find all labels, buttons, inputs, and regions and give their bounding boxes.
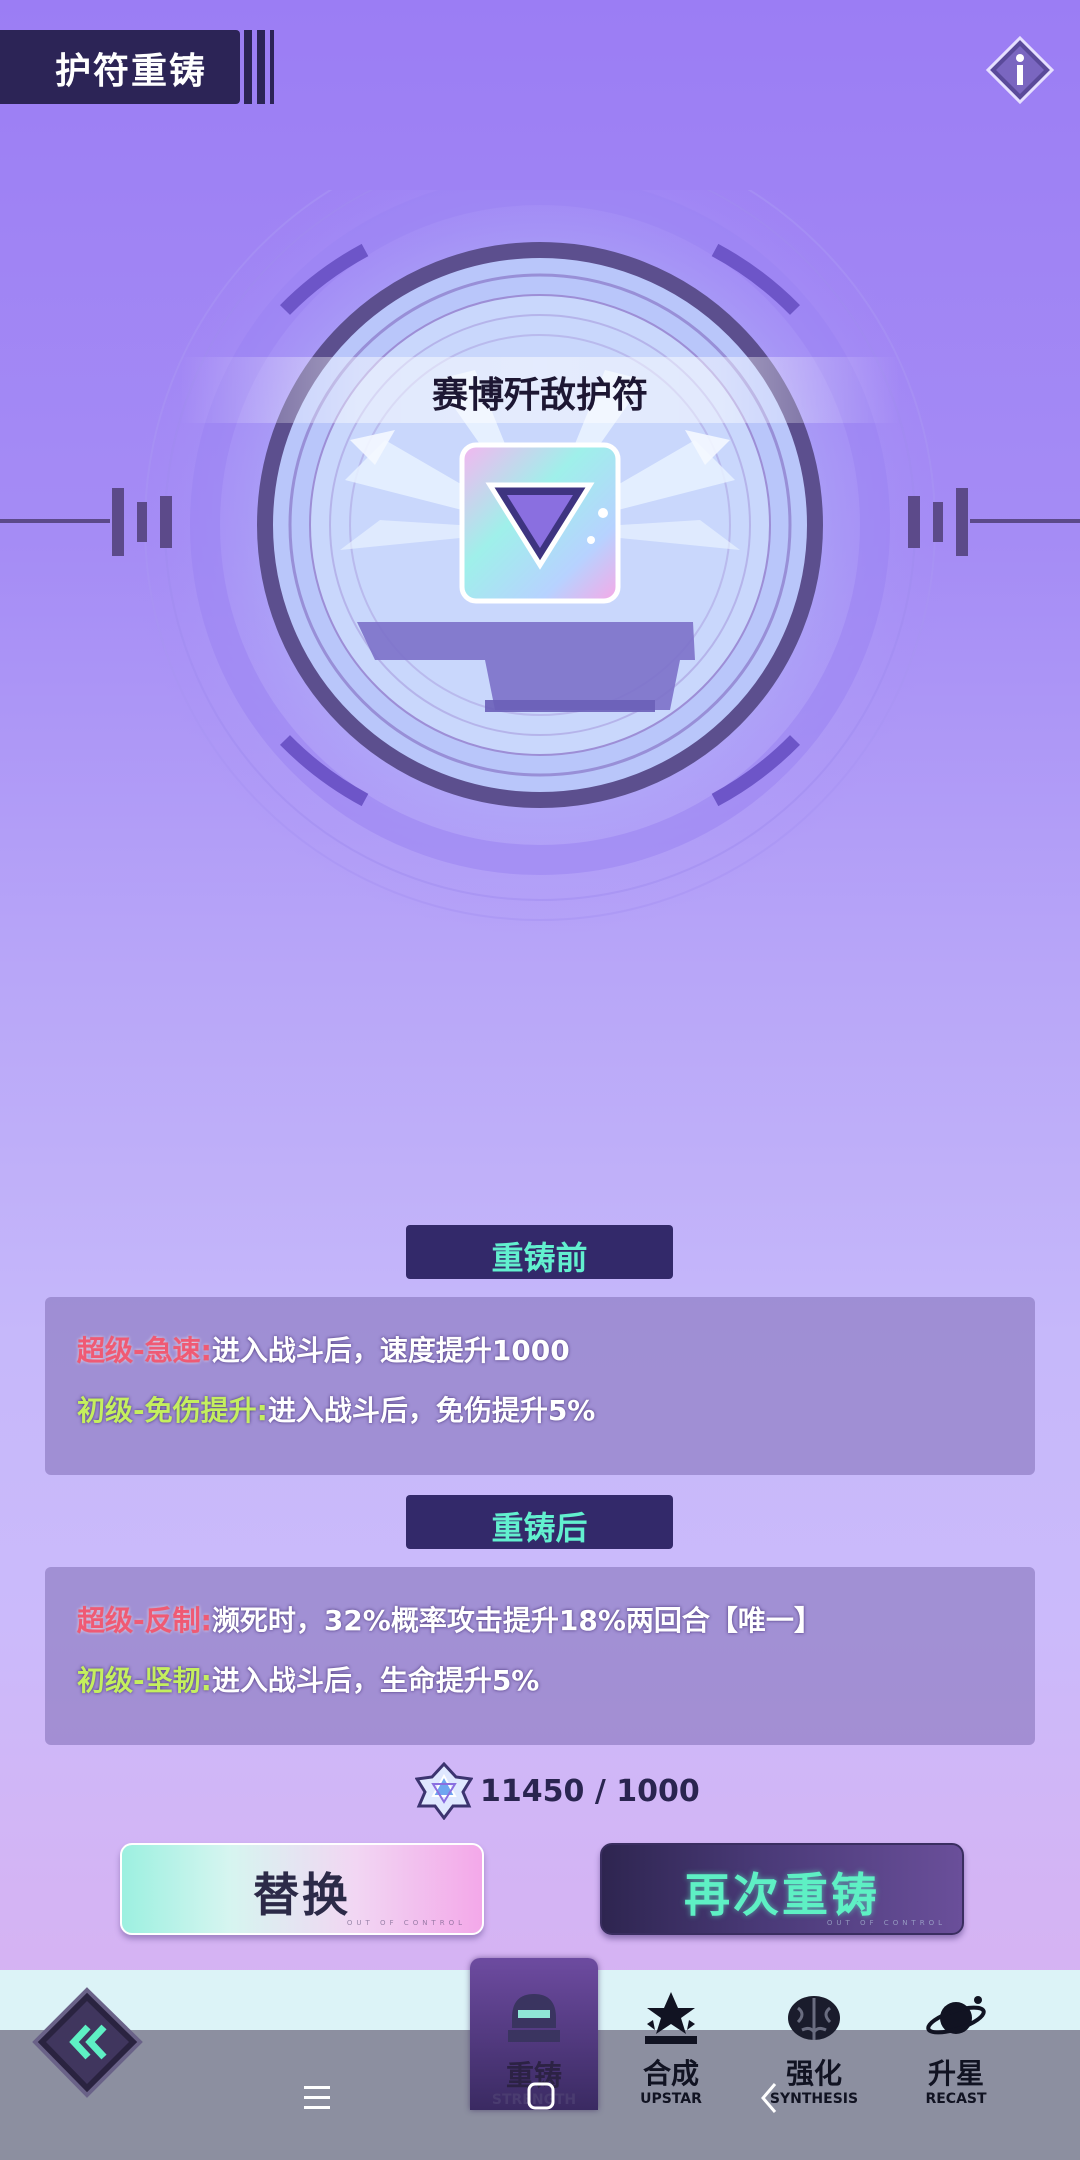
replace-button[interactable]: 替换 OUT OF CONTROL (120, 1843, 484, 1935)
before-line-1: 超级-急速:进入战斗后，速度提升1000 (77, 1334, 570, 1367)
right-side-decoration (908, 488, 1080, 556)
before-recast-heading: 重铸前 (406, 1225, 673, 1279)
after-line-2: 初级-坚韧:进入战斗后，生命提升5% (77, 1664, 540, 1697)
cost-amount: 11450 / 1000 (480, 1774, 700, 1809)
system-menu-icon[interactable] (300, 2078, 340, 2118)
nav-tab-recast[interactable]: 升星 RECAST (886, 1990, 1026, 2110)
system-back-icon[interactable] (755, 2078, 785, 2118)
item-name-banner: 赛博歼敌护符 (180, 357, 900, 423)
page-title: 护符重铸 (55, 51, 208, 92)
back-button[interactable] (30, 1985, 145, 2100)
after-recast-panel: 超级-反制:濒死时，32%概率攻击提升18%两回合【唯一】 初级-坚韧:进入战斗… (45, 1567, 1035, 1745)
planet-icon (926, 1996, 986, 2035)
before-recast-panel: 超级-急速:进入战斗后，速度提升1000 初级-免伤提升:进入战斗后，免伤提升5… (45, 1297, 1035, 1475)
after-recast-heading: 重铸后 (406, 1495, 673, 1549)
button-watermark: OUT OF CONTROL (346, 1919, 466, 1927)
left-side-decoration (0, 488, 172, 556)
before-line-2: 初级-免伤提升:进入战斗后，免伤提升5% (77, 1394, 596, 1427)
info-icon[interactable] (985, 35, 1055, 105)
button-watermark: OUT OF CONTROL (826, 1919, 946, 1927)
star-stack-icon (645, 1992, 697, 2044)
brain-icon (788, 1996, 840, 2040)
amulet-emblem (130, 190, 950, 935)
system-home-icon[interactable] (525, 2080, 559, 2114)
page-title-tag: 护符重铸 (0, 30, 240, 104)
item-name: 赛博歼敌护符 (431, 375, 648, 416)
nav-tab-upstar[interactable]: 合成 UPSTAR (601, 1990, 741, 2110)
crystal-currency-icon (415, 1762, 473, 1820)
recast-again-button[interactable]: 再次重铸 OUT OF CONTROL (600, 1843, 964, 1935)
after-line-1: 超级-反制:濒死时，32%概率攻击提升18%两回合【唯一】 (77, 1604, 822, 1637)
title-decoration (244, 30, 278, 104)
recast-helmet-icon (508, 1994, 560, 2042)
